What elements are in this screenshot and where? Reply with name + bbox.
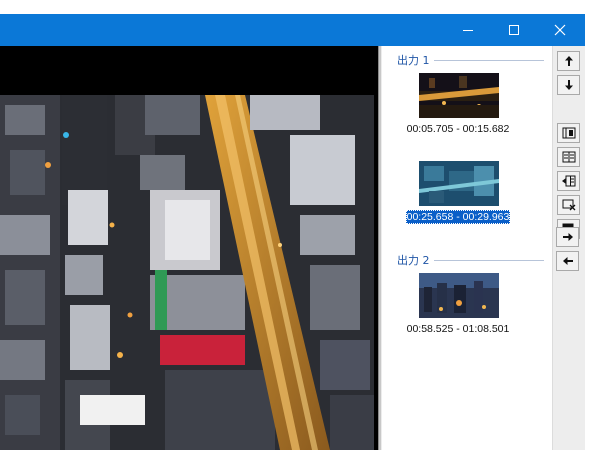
aerial-city-image bbox=[0, 95, 374, 450]
aerial-blue-thumbnail bbox=[419, 161, 499, 206]
move-to-next-output-button[interactable] bbox=[556, 227, 579, 247]
group-label: 出力 1 bbox=[397, 54, 430, 67]
minimize-button[interactable] bbox=[445, 14, 491, 46]
clip-item[interactable]: 00:05.705 - 00:15.682 bbox=[382, 73, 552, 147]
group-header-output-2: 出力 2 bbox=[397, 252, 544, 268]
night-river-thumbnail bbox=[419, 73, 499, 118]
window-border bbox=[585, 14, 600, 450]
group-header-output-1: 出力 1 bbox=[397, 52, 544, 68]
group-divider bbox=[433, 59, 544, 61]
title-bar bbox=[0, 0, 600, 46]
clip-time-range: 00:25.658 - 00:29.963 bbox=[382, 210, 534, 224]
clip-item[interactable]: 00:58.525 - 01:08.501 bbox=[382, 273, 552, 347]
clip-time-text: 00:58.525 - 01:08.501 bbox=[406, 323, 510, 335]
clip-time-range: 00:05.705 - 00:15.682 bbox=[382, 123, 534, 135]
maximize-button[interactable] bbox=[491, 14, 537, 46]
clip-item-selected[interactable]: 00:25.658 - 00:29.963 bbox=[382, 161, 552, 235]
clip-time-text: 00:05.705 - 00:15.682 bbox=[406, 123, 510, 135]
clip-list-panel: 出力 1 00:05.705 - 00:15.682 00:25.658 - 0… bbox=[382, 46, 552, 450]
group-divider bbox=[433, 259, 544, 261]
city-dusk-thumbnail bbox=[419, 273, 499, 318]
video-preview[interactable] bbox=[0, 46, 378, 450]
maximize-icon bbox=[509, 25, 519, 35]
clip-thumbnail[interactable] bbox=[419, 273, 499, 318]
clip-time-range: 00:58.525 - 01:08.501 bbox=[382, 323, 534, 335]
clip-thumbnail[interactable] bbox=[419, 161, 499, 206]
arrow-left-icon bbox=[562, 257, 573, 265]
video-frame bbox=[0, 95, 374, 450]
move-to-previous-output-button[interactable] bbox=[556, 251, 579, 271]
close-button[interactable] bbox=[537, 14, 583, 46]
close-icon bbox=[554, 24, 566, 36]
clip-toolbar-lower bbox=[552, 46, 585, 450]
arrow-right-icon bbox=[562, 233, 573, 241]
clip-time-text: 00:25.658 - 00:29.963 bbox=[405, 210, 511, 224]
group-label: 出力 2 bbox=[397, 254, 430, 267]
clip-thumbnail[interactable] bbox=[419, 73, 499, 118]
minimize-icon bbox=[463, 30, 473, 31]
